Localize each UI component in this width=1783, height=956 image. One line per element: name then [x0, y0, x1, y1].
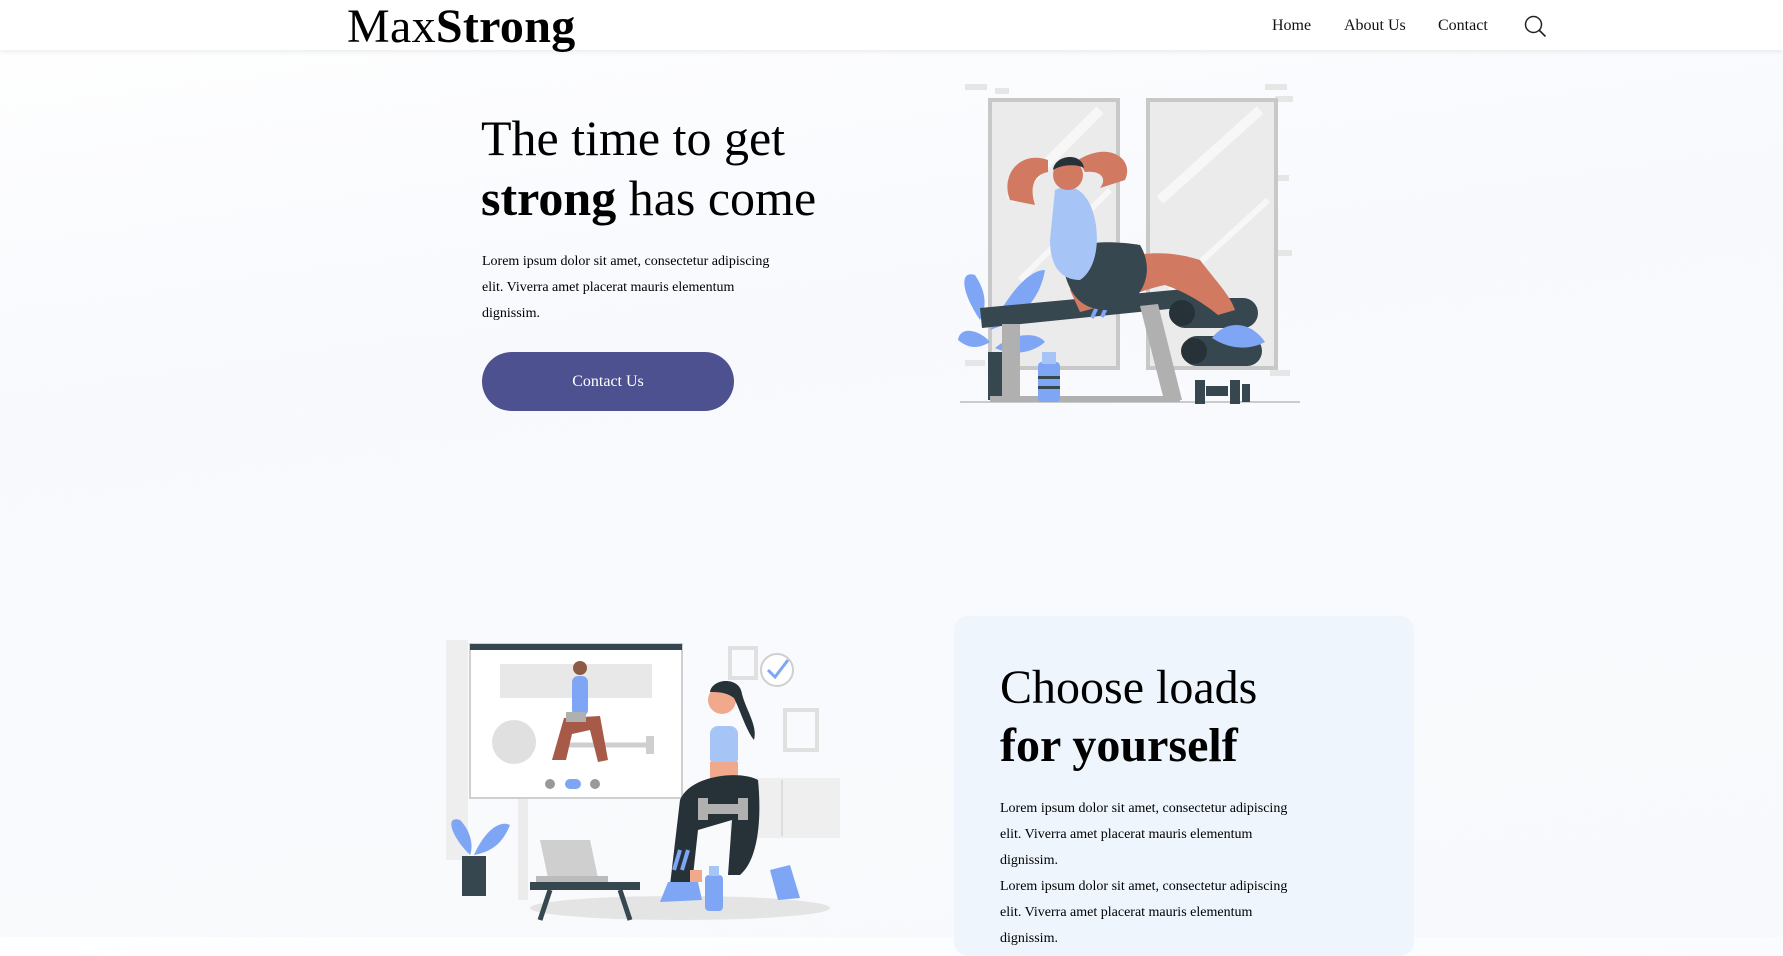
hero-title-rest: has come	[628, 170, 817, 226]
nav-home-link[interactable]: Home	[1272, 16, 1311, 36]
search-icon[interactable]	[1523, 14, 1547, 38]
hero-title-bold: strong	[481, 170, 617, 226]
feature-title: Choose loads for yourself	[1000, 659, 1257, 775]
hero-paragraph: Lorem ipsum dolor sit amet, consectetur …	[482, 249, 782, 327]
feature-paragraph-line: dignissim.	[1000, 853, 1058, 868]
feature-paragraph-line: elit. Viverra amet placerat mauris eleme…	[1000, 905, 1253, 920]
feature-paragraph-line: Lorem ipsum dolor sit amet, consectetur …	[1000, 879, 1288, 894]
woman-online-workout-illustration	[446, 640, 840, 921]
nav-about-link[interactable]: About Us	[1344, 16, 1406, 36]
contact-us-button[interactable]: Contact Us	[482, 352, 734, 411]
navbar: MaxStrong Home About Us Contact	[0, 0, 1783, 53]
logo-bold: Strong	[435, 0, 576, 53]
hero-paragraph-line: dignissim.	[482, 306, 540, 321]
hero-title-line1: The time to get	[481, 110, 786, 166]
feature-title-bold: for yourself	[1000, 719, 1238, 772]
feature-paragraph-line: dignissim.	[1000, 931, 1058, 946]
logo[interactable]: MaxStrong	[347, 0, 576, 54]
logo-light: Max	[347, 0, 436, 53]
hero-title: The time to get strong has come	[481, 108, 816, 228]
man-doing-situps-illustration	[958, 84, 1300, 404]
nav-contact-link[interactable]: Contact	[1438, 16, 1488, 36]
hero-paragraph-line: elit. Viverra amet placerat mauris eleme…	[482, 280, 735, 295]
feature-title-line1: Choose loads	[1000, 661, 1258, 714]
feature-paragraph-line: Lorem ipsum dolor sit amet, consectetur …	[1000, 801, 1288, 816]
feature-paragraph-line: elit. Viverra amet placerat mauris eleme…	[1000, 827, 1253, 842]
feature-paragraph: Lorem ipsum dolor sit amet, consectetur …	[1000, 796, 1300, 952]
hero-paragraph-line: Lorem ipsum dolor sit amet, consectetur …	[482, 254, 770, 269]
